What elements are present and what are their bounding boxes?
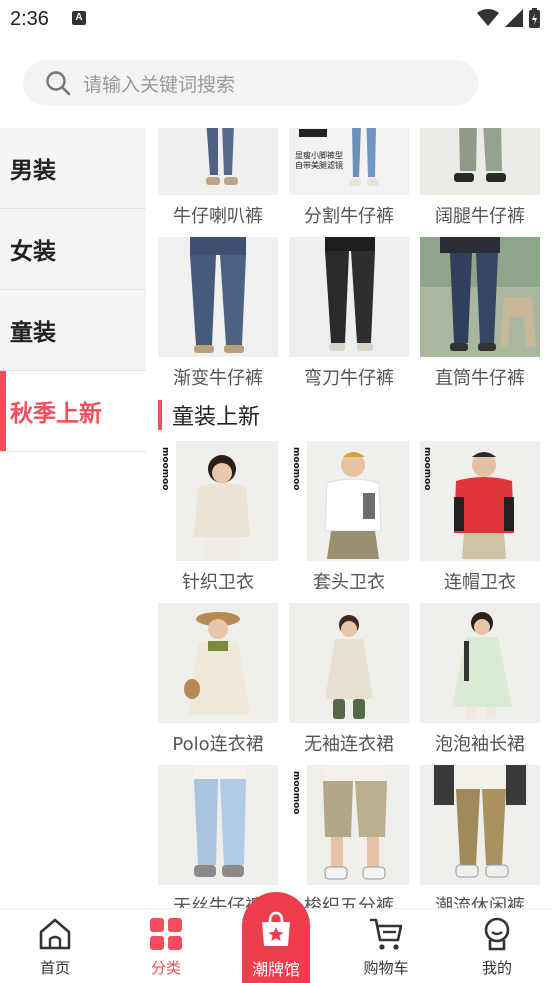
nav-category-label: 分类 bbox=[150, 959, 181, 977]
product-image bbox=[420, 128, 540, 195]
battery-icon bbox=[529, 8, 540, 28]
nav-profile[interactable]: 我的 bbox=[457, 909, 537, 983]
status-bar: 2:36 A bbox=[0, 0, 552, 40]
nav-home-label: 首页 bbox=[39, 959, 70, 977]
brand-hall-label: 潮牌馆 bbox=[251, 960, 300, 979]
nav-cart[interactable]: 购物车 bbox=[346, 909, 426, 983]
product-label: 分割牛仔裤 bbox=[304, 206, 394, 227]
product-card[interactable]: 牛仔喇叭裤 bbox=[158, 128, 278, 237]
product-label: 连帽卫衣 bbox=[444, 572, 516, 593]
product-label: Polo连衣裙 bbox=[172, 734, 264, 755]
brand-logo: moomoo bbox=[291, 447, 301, 491]
product-card[interactable]: moomoo 针织卫衣 bbox=[158, 441, 278, 603]
product-card[interactable]: moomoo 梭织五分裤 bbox=[289, 765, 409, 910]
category-icon bbox=[150, 918, 182, 950]
product-card[interactable]: 无袖连衣裙 bbox=[289, 603, 409, 765]
section-title-text: 童装上新 bbox=[172, 405, 261, 430]
home-icon bbox=[39, 918, 71, 950]
product-image bbox=[420, 765, 540, 885]
product-image bbox=[158, 765, 278, 885]
product-image bbox=[158, 128, 278, 195]
product-image bbox=[420, 237, 540, 357]
product-panel: 牛仔喇叭裤 显瘦小脚裤型 自带美腿滤镜 分割牛仔裤 阔腿牛仔裤 渐变牛仔裤 弯刀… bbox=[146, 128, 552, 910]
search-placeholder: 请输入关键词搜索 bbox=[83, 73, 236, 96]
sidebar-item-autumn-new[interactable]: 秋季上新 bbox=[0, 371, 146, 452]
product-image: moomoo bbox=[289, 765, 409, 885]
product-label: 弯刀牛仔裤 bbox=[304, 368, 394, 389]
product-label: 牛仔喇叭裤 bbox=[173, 206, 263, 227]
product-label: 渐变牛仔裤 bbox=[173, 368, 263, 389]
product-card[interactable]: 弯刀牛仔裤 bbox=[289, 237, 409, 399]
sidebar-item-kids[interactable]: 童装 bbox=[0, 290, 146, 371]
product-card[interactable]: moomoo 连帽卫衣 bbox=[420, 441, 540, 603]
category-sidebar: 男装 女装 童装 秋季上新 bbox=[0, 128, 146, 452]
sidebar-item-men[interactable]: 男装 bbox=[0, 128, 146, 209]
wifi-icon bbox=[477, 9, 499, 26]
search-icon bbox=[46, 71, 71, 96]
product-image bbox=[289, 237, 409, 357]
nav-cart-label: 购物车 bbox=[363, 959, 409, 977]
product-label: 套头卫衣 bbox=[313, 572, 385, 593]
product-image: 显瘦小脚裤型 自带美腿滤镜 bbox=[289, 128, 409, 195]
nav-home[interactable]: 首页 bbox=[15, 909, 95, 983]
product-image bbox=[158, 237, 278, 357]
section-accent-bar bbox=[158, 400, 162, 430]
product-image bbox=[158, 603, 278, 723]
shopping-bag-star-icon bbox=[262, 911, 290, 946]
product-image bbox=[420, 603, 540, 723]
product-image: moomoo bbox=[420, 441, 540, 561]
product-label: 泡泡袖长裙 bbox=[435, 734, 525, 755]
product-label: 无袖连衣裙 bbox=[304, 734, 394, 755]
product-card[interactable]: 阔腿牛仔裤 bbox=[420, 128, 540, 237]
product-card[interactable]: 显瘦小脚裤型 自带美腿滤镜 分割牛仔裤 bbox=[289, 128, 409, 237]
product-card[interactable]: 天丝牛仔裤 bbox=[158, 765, 278, 910]
product-label: 阔腿牛仔裤 bbox=[435, 206, 525, 227]
status-time: 2:36 bbox=[10, 8, 49, 30]
search-input[interactable]: 请输入关键词搜索 bbox=[23, 60, 478, 106]
nav-profile-label: 我的 bbox=[481, 959, 512, 977]
status-indicators bbox=[477, 8, 540, 28]
product-label: 针织卫衣 bbox=[182, 572, 254, 593]
product-card[interactable]: 直筒牛仔裤 bbox=[420, 237, 540, 399]
brand-logo: moomoo bbox=[422, 447, 432, 491]
jeans-grid: 牛仔喇叭裤 显瘦小脚裤型 自带美腿滤镜 分割牛仔裤 阔腿牛仔裤 渐变牛仔裤 弯刀… bbox=[158, 128, 540, 399]
profile-icon bbox=[484, 917, 510, 951]
product-card[interactable]: moomoo 套头卫衣 bbox=[289, 441, 409, 603]
product-label: 直筒牛仔裤 bbox=[435, 368, 525, 389]
sidebar-item-women[interactable]: 女装 bbox=[0, 209, 146, 290]
product-image: moomoo bbox=[289, 441, 409, 561]
brand-logo: moomoo bbox=[160, 447, 170, 491]
kids-grid: moomoo 针织卫衣 moomoo 套头卫衣 moomoo 连帽卫衣 Polo… bbox=[158, 441, 540, 910]
cart-icon bbox=[370, 918, 403, 950]
product-image-caption: 显瘦小脚裤型 自带美腿滤镜 bbox=[295, 151, 343, 170]
product-card[interactable]: 渐变牛仔裤 bbox=[158, 237, 278, 399]
notification-icon: A bbox=[72, 11, 86, 25]
product-image bbox=[289, 603, 409, 723]
product-card[interactable]: 泡泡袖长裙 bbox=[420, 603, 540, 765]
signal-icon bbox=[505, 9, 523, 27]
product-card[interactable]: 潮流休闲裤 bbox=[420, 765, 540, 910]
brand-hall-button[interactable]: 潮牌馆 bbox=[242, 892, 310, 983]
product-image: moomoo bbox=[158, 441, 278, 561]
product-card[interactable]: Polo连衣裙 bbox=[158, 603, 278, 765]
section-title: 童装上新 bbox=[158, 399, 260, 431]
nav-category[interactable]: 分类 bbox=[126, 909, 206, 983]
brand-logo: moomoo bbox=[291, 771, 301, 815]
